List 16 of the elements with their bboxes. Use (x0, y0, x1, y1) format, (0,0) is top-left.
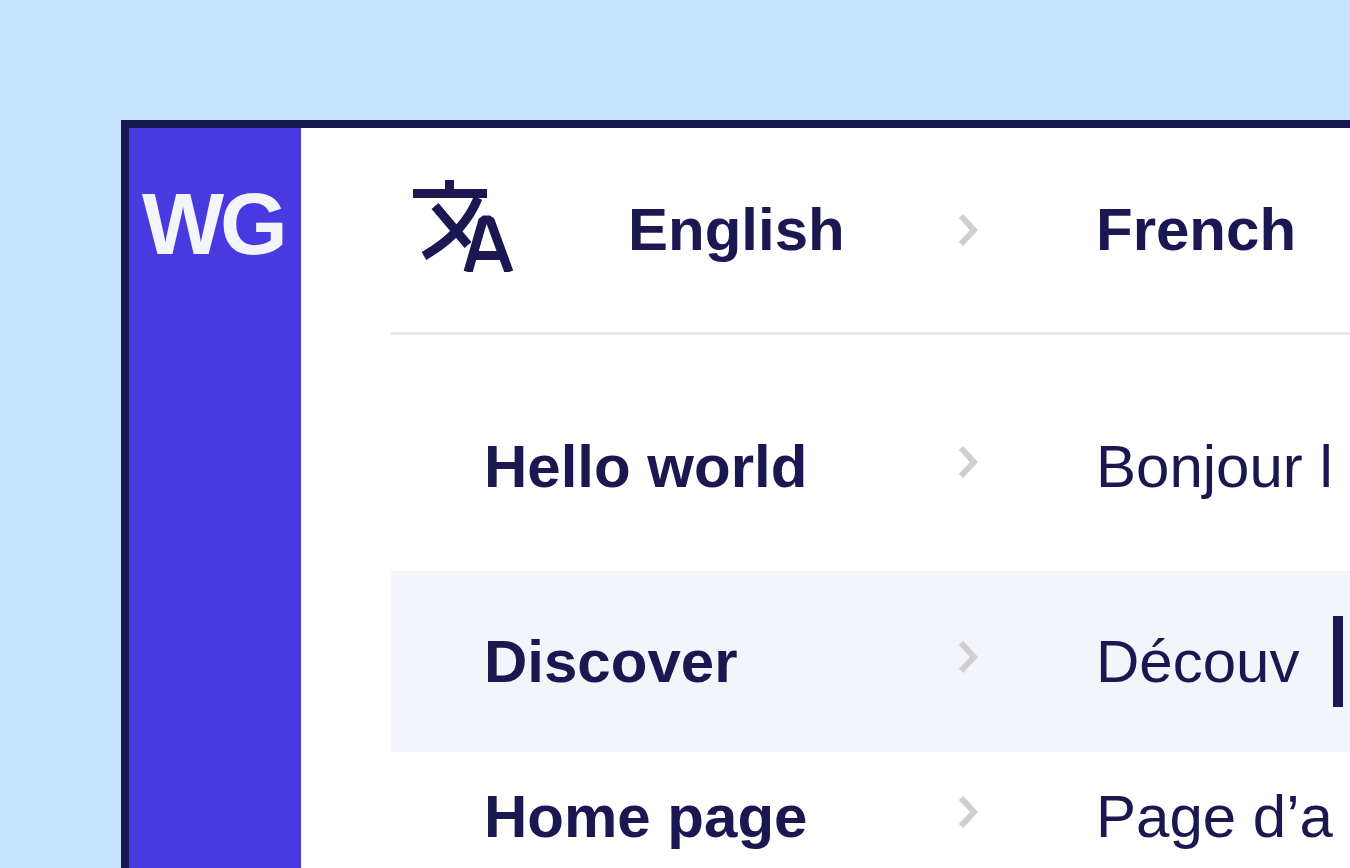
translation-text: Découv (1096, 631, 1300, 692)
text-cursor-icon (1333, 616, 1344, 707)
chevron-icon (957, 443, 979, 480)
translation-row[interactable]: Discover Découv (391, 571, 1350, 752)
translate-icon (413, 180, 515, 272)
source-text: Hello world (484, 436, 809, 497)
target-language: French (1096, 200, 1297, 260)
translation-text: Bonjour l (1096, 436, 1333, 497)
translation-text: Page d’a (1096, 787, 1333, 847)
source-language: English (628, 200, 846, 260)
chevron-icon (957, 794, 979, 830)
chevron-icon (957, 212, 979, 248)
logo: WG (142, 180, 284, 267)
source-text: Discover (484, 631, 739, 692)
source-text: Home page (484, 787, 809, 847)
chevron-icon (957, 638, 979, 675)
